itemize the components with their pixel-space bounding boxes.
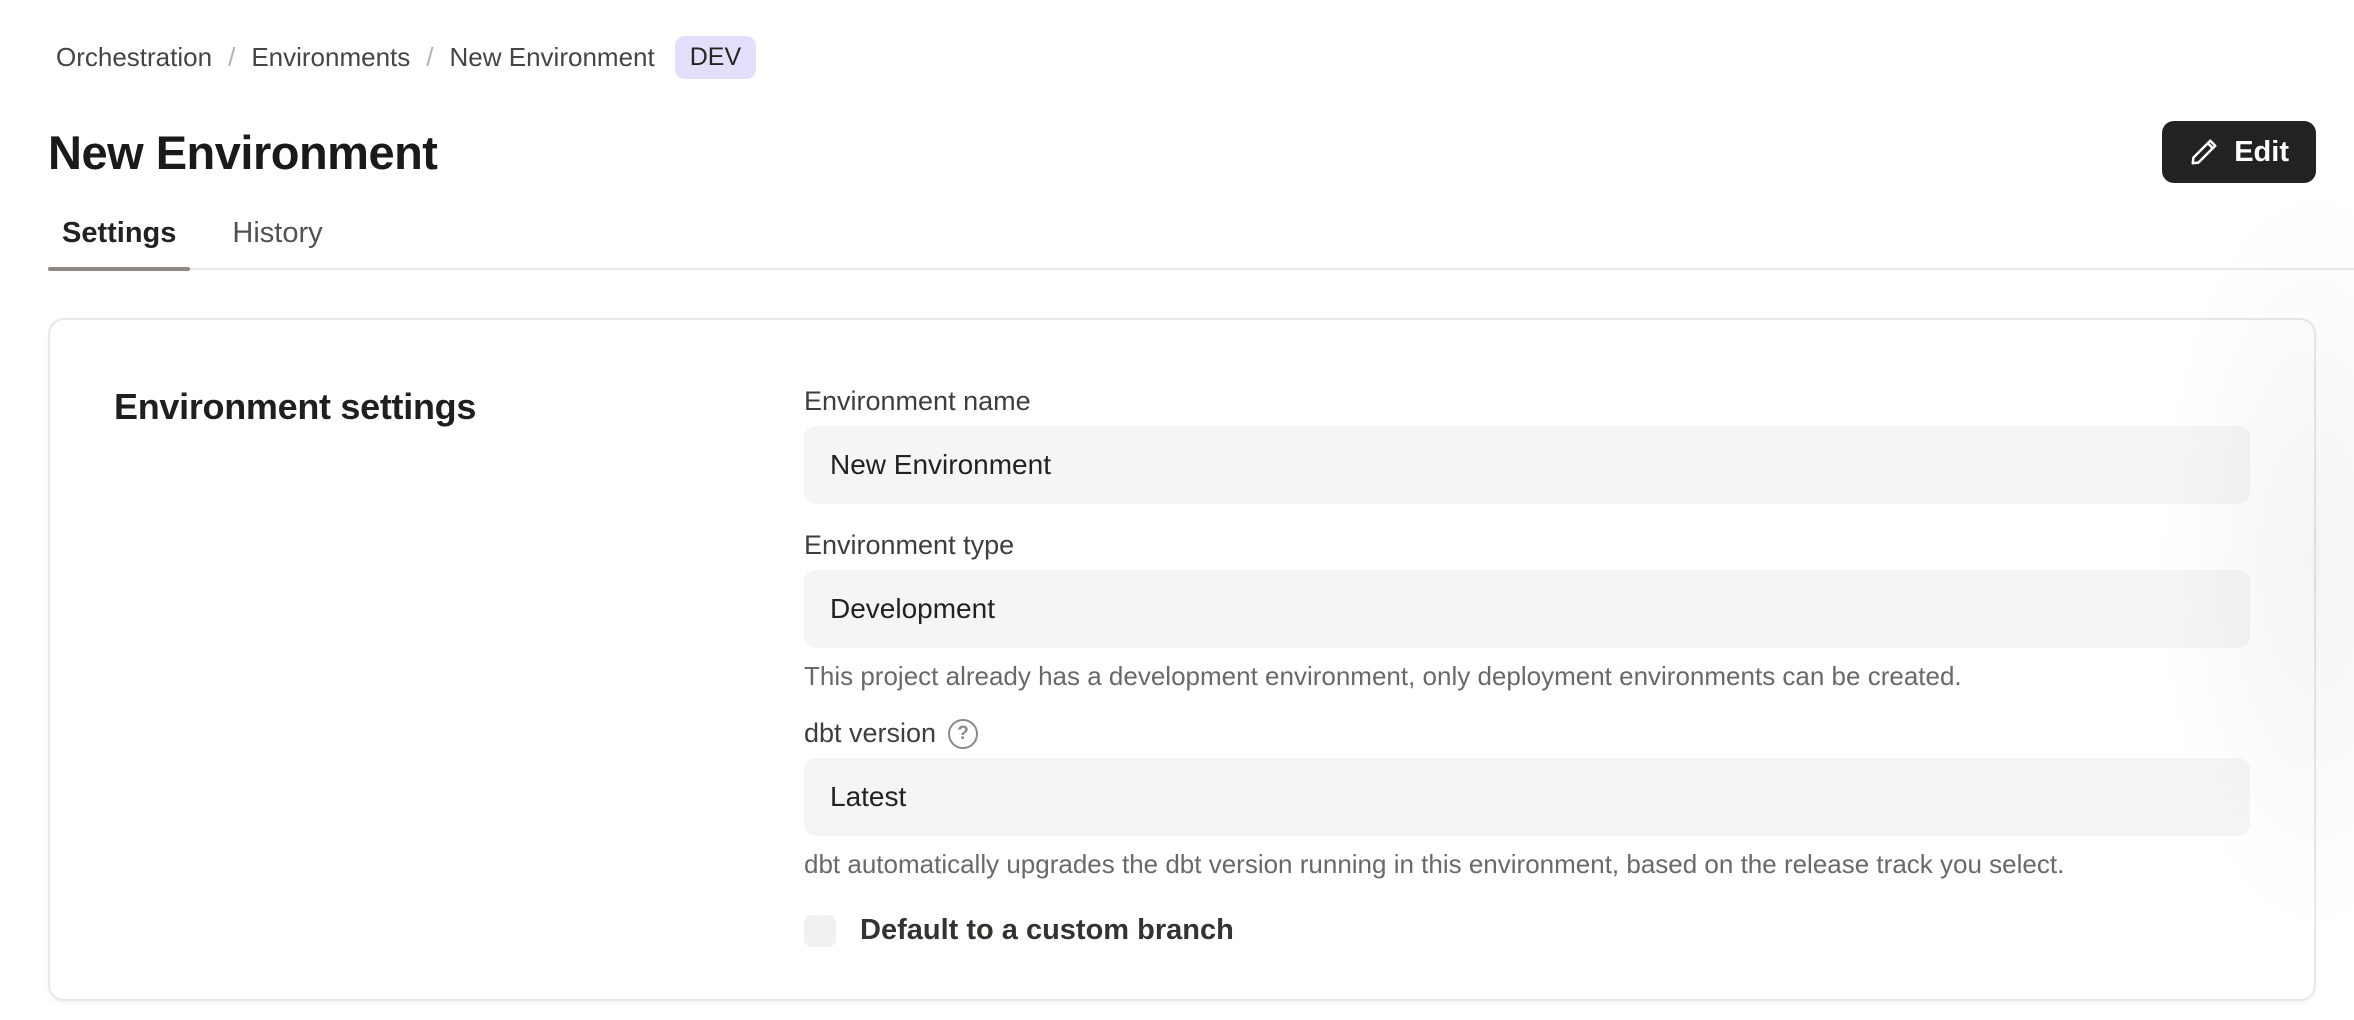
environment-type-group: Environment type Development This projec… bbox=[804, 530, 2250, 692]
environment-settings-card: Environment settings Environment name Ne… bbox=[48, 318, 2316, 1001]
breadcrumb-item-new-environment[interactable]: New Environment bbox=[450, 42, 655, 73]
dbt-version-label-text: dbt version bbox=[804, 718, 936, 749]
title-row: New Environment Edit bbox=[48, 121, 2316, 183]
environment-settings-page: Orchestration / Environments / New Envir… bbox=[0, 0, 2354, 1001]
environment-name-label: Environment name bbox=[804, 386, 2250, 417]
pencil-icon bbox=[2189, 137, 2219, 167]
custom-branch-row: Default to a custom branch bbox=[804, 914, 2250, 947]
breadcrumb-separator: / bbox=[426, 42, 433, 73]
dbt-version-select[interactable]: Latest bbox=[804, 758, 2250, 836]
environment-type-select[interactable]: Development bbox=[804, 570, 2250, 648]
breadcrumb-item-orchestration[interactable]: Orchestration bbox=[56, 42, 212, 73]
edit-button-label: Edit bbox=[2234, 136, 2289, 169]
breadcrumb-item-environments[interactable]: Environments bbox=[251, 42, 410, 73]
card-heading-column: Environment settings bbox=[114, 386, 804, 999]
dbt-version-group: dbt version ? Latest dbt automatically u… bbox=[804, 718, 2250, 880]
environment-name-group: Environment name New Environment bbox=[804, 386, 2250, 504]
custom-branch-label: Default to a custom branch bbox=[860, 914, 1234, 947]
environment-type-label: Environment type bbox=[804, 530, 2250, 561]
environment-name-input[interactable]: New Environment bbox=[804, 426, 2250, 504]
environment-type-helper-text: This project already has a development e… bbox=[804, 661, 2250, 692]
breadcrumb-separator: / bbox=[228, 42, 235, 73]
card-heading: Environment settings bbox=[114, 386, 804, 428]
dbt-version-label: dbt version ? bbox=[804, 718, 2250, 749]
circle-question-icon[interactable]: ? bbox=[948, 719, 978, 749]
custom-branch-checkbox[interactable] bbox=[804, 915, 836, 947]
tab-settings[interactable]: Settings bbox=[48, 217, 190, 268]
tab-bar: Settings History bbox=[48, 217, 2354, 270]
environment-settings-form: Environment name New Environment Environ… bbox=[804, 386, 2250, 999]
dbt-version-helper-text: dbt automatically upgrades the dbt versi… bbox=[804, 849, 2250, 880]
page-title: New Environment bbox=[48, 125, 437, 180]
breadcrumb: Orchestration / Environments / New Envir… bbox=[56, 36, 2316, 79]
edit-button[interactable]: Edit bbox=[2162, 121, 2316, 183]
tab-history[interactable]: History bbox=[218, 217, 336, 268]
dev-badge: DEV bbox=[675, 36, 756, 79]
